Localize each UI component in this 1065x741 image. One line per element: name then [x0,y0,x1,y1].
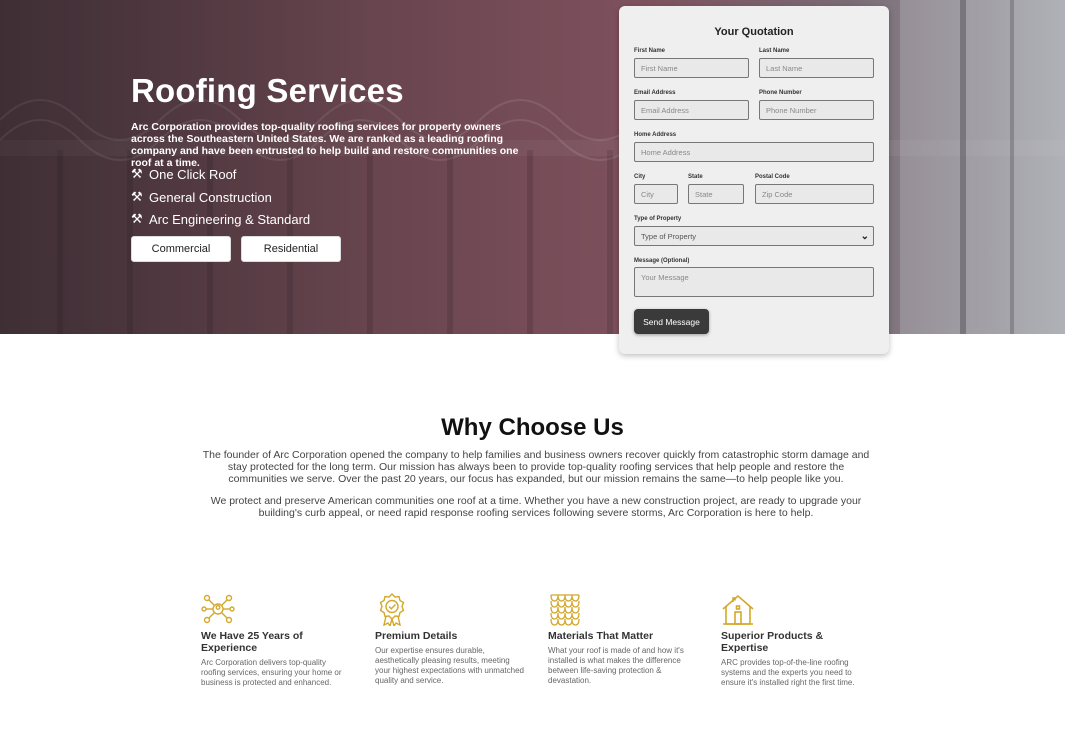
why-paragraph-2: We protect and preserve American communi… [210,495,862,519]
hero-section: Roofing Services Arc Corporation provide… [0,0,1065,334]
feature-title: Premium Details [375,630,458,642]
hero-feature-item: ⚒ One Click Roof [131,166,236,182]
quotation-form: Your Quotation First Name First Name Las… [619,6,889,354]
property-type-select[interactable]: Type of Property ⌄ [634,226,874,246]
feature-card: Materials That Matter What your roof is … [548,592,698,686]
email-label: Email Address [634,90,676,96]
commercial-button[interactable]: Commercial [131,236,231,262]
hero-feature-label: General Construction [149,189,272,205]
residential-button[interactable]: Residential [241,236,341,262]
why-paragraph-1: The founder of Arc Corporation opened th… [202,449,870,485]
feature-description: Arc Corporation delivers top-quality roo… [201,658,342,687]
send-message-button[interactable]: Send Message [634,309,709,334]
form-title: Your Quotation [714,26,794,38]
last-name-field[interactable]: Last Name [759,58,874,78]
feature-title: Superior Products & Expertise [721,630,824,654]
hero-feature-label: One Click Roof [149,166,237,182]
state-field[interactable]: State [688,184,744,204]
house-icon [722,594,754,625]
feature-description: ARC provides top-of-the-line roofing sys… [721,658,855,687]
award-ribbon-icon [379,593,405,626]
hero-description: Arc Corporation provides top-quality roo… [131,121,519,169]
roof-tiles-icon [550,594,580,626]
hero-feature-item: ⚒ General Construction [131,189,272,205]
property-type-label: Type of Property [634,216,682,222]
hero-title: Roofing Services [131,72,404,109]
city-field[interactable]: City [634,184,678,204]
feature-title: We Have 25 Years of Experience [201,630,303,654]
feature-description: Our expertise ensures durable, aesthetic… [375,646,524,685]
first-name-label: First Name [634,48,666,54]
home-address-label: Home Address [634,132,677,138]
tools-icon: ⚒ [131,166,143,181]
phone-label: Phone Number [759,90,802,96]
hero-feature-item: ⚒ Arc Engineering & Standard [131,211,310,227]
property-type-value: Type of Property [641,231,697,241]
hero-feature-label: Arc Engineering & Standard [149,211,311,227]
feature-title: Materials That Matter [548,630,654,642]
feature-card: We Have 25 Years of Experience Arc Corpo… [201,592,351,688]
message-textarea[interactable]: Your Message [634,267,874,297]
feature-card: Superior Products & Expertise ARC provid… [721,592,873,688]
city-label: City [634,174,646,180]
postal-code-field[interactable]: Zip Code [755,184,874,204]
first-name-field[interactable]: First Name [634,58,749,78]
network-people-icon [201,594,235,624]
chevron-down-icon: ⌄ [860,230,869,242]
email-field[interactable]: Email Address [634,100,749,120]
home-address-field[interactable]: Home Address [634,142,874,162]
tools-icon: ⚒ [131,211,143,226]
why-choose-us-title: Why Choose Us [441,414,624,441]
feature-description: What your roof is made of and how it's i… [548,646,684,685]
message-label: Message (Optional) [634,258,690,264]
last-name-label: Last Name [759,48,790,54]
feature-card: Premium Details Our expertise ensures du… [375,592,525,686]
tools-icon: ⚒ [131,189,143,204]
postal-code-label: Postal Code [755,174,790,180]
state-label: State [688,174,703,180]
phone-field[interactable]: Phone Number [759,100,874,120]
